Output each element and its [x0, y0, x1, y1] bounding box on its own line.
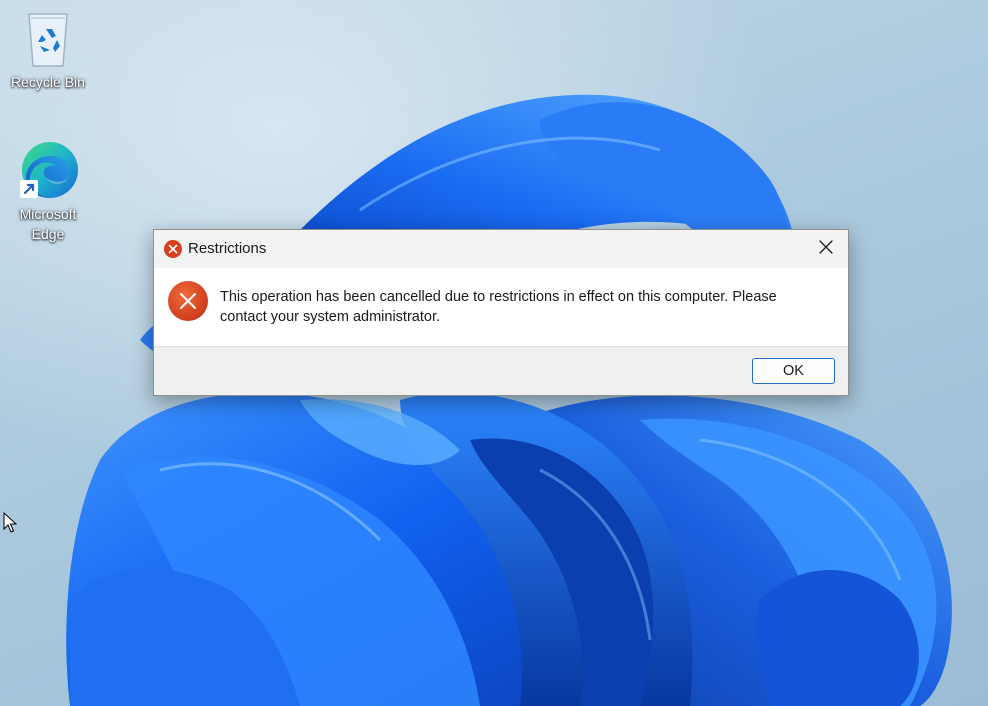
edge-icon: [20, 140, 78, 202]
desktop-icon-label: Microsoft: [19, 206, 77, 222]
ok-button[interactable]: OK: [752, 358, 835, 384]
desktop-icon-label: Recycle Bin: [11, 74, 85, 90]
error-icon: [167, 280, 209, 322]
error-icon: [163, 239, 183, 259]
desktop-icon-microsoft-edge[interactable]: Microsoft Edge: [6, 140, 90, 244]
close-icon: [819, 239, 833, 259]
dialog-title: Restrictions: [188, 240, 267, 257]
dialog-title-bar[interactable]: Restrictions: [154, 230, 848, 268]
desktop-icon-recycle-bin[interactable]: Recycle Bin: [6, 10, 90, 92]
close-button[interactable]: [804, 230, 848, 268]
desktop-icon-label: Edge: [31, 226, 65, 242]
desktop: Recycle Bin Microsoft Edge Restrictions …: [0, 0, 988, 706]
dialog-body: This operation has been cancelled due to…: [154, 268, 848, 346]
restrictions-dialog: Restrictions This operation has been can…: [153, 229, 849, 396]
recycle-bin-icon: [21, 10, 75, 70]
dialog-footer: OK: [154, 346, 848, 395]
dialog-message: This operation has been cancelled due to…: [220, 289, 777, 325]
mouse-cursor-icon: [3, 512, 17, 533]
